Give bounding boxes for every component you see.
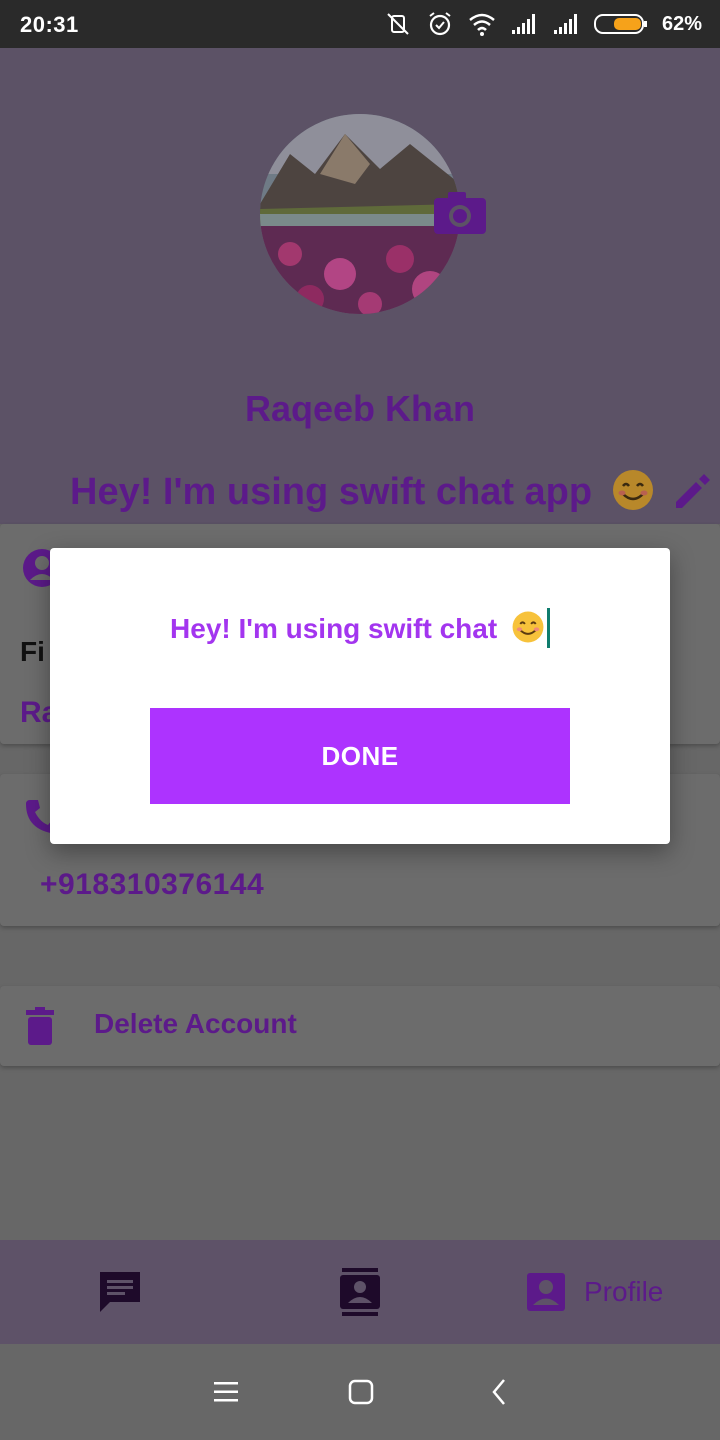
menu-icon[interactable] [212,1378,240,1406]
signal-1-icon [511,14,535,34]
first-name-label: Fi [20,636,45,667]
battery-icon [593,14,647,34]
profile-status-text: Hey! I'm using swift chat app [70,471,593,513]
bottom-navigation: Profile [0,1240,720,1344]
profile-header: Raqeeb Khan Hey! I'm using swift chat ap… [0,48,720,524]
smiling-face-icon [512,611,544,643]
alarm-icon [429,12,451,36]
profile-name: Raqeeb Khan [244,388,476,429]
delete-account-label: Delete Account [94,1008,297,1039]
account-box-icon [527,1273,565,1311]
profile-avatar[interactable] [260,114,460,314]
chat-icon [100,1272,140,1312]
status-input[interactable]: Hey! I'm using swift chat [50,608,670,648]
system-navigation-bar [0,1344,720,1440]
status-time: 20:31 [20,12,79,37]
trash-icon [26,1007,54,1045]
nav-profile-label: Profile [584,1276,664,1307]
home-icon[interactable] [347,1378,375,1406]
status-input-text: Hey! I'm using swift chat [170,613,498,644]
camera-icon[interactable] [434,190,486,234]
landscape-photo [260,114,460,314]
delete-account-card[interactable]: Delete Account [0,986,720,1066]
wifi-icon [469,13,495,36]
edit-pencil-icon[interactable] [672,468,716,512]
text-cursor [546,608,550,648]
phone-number: +918310376144 [40,868,265,901]
nav-profile[interactable]: Profile [526,1268,663,1316]
profile-status[interactable]: Hey! I'm using swift chat app [70,468,655,514]
done-button[interactable]: DONE [150,708,570,804]
status-bar: 20:31 62% [0,0,720,48]
contacts-icon [340,1268,380,1316]
mute-vibrate-icon [387,13,409,35]
edit-status-dialog: Hey! I'm using swift chat DONE [50,548,670,844]
nav-chats[interactable] [98,1268,142,1316]
nav-contacts[interactable] [338,1268,382,1316]
back-icon[interactable] [486,1378,514,1406]
smiling-face-icon [612,470,653,510]
battery-percent: 62% [661,12,702,35]
signal-2-icon [553,14,577,34]
status-icons: 62% [384,10,702,38]
